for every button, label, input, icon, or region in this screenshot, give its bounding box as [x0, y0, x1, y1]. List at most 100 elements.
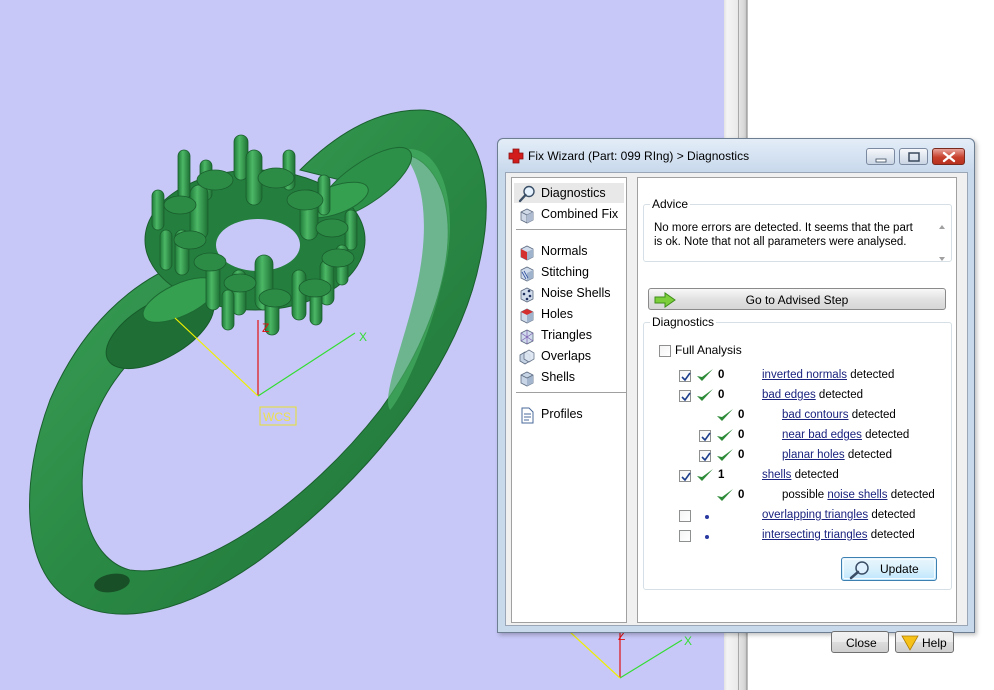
diagnostic-row-text: planar holes detected [782, 449, 892, 461]
full-analysis-checkbox[interactable] [659, 345, 671, 357]
diagnostic-row-text: shells detected [762, 469, 839, 481]
advice-group: Advice No more errors are detected. It s… [643, 197, 952, 262]
wizard-navigation: Diagnostics Combined Fix Normals Stitching N… [511, 177, 627, 623]
nav-item-holes[interactable]: Holes [514, 304, 624, 324]
nav-separator [516, 229, 626, 230]
nav-item-label: Shells [541, 370, 576, 384]
detected-word: detected [818, 389, 864, 401]
detected-word: detected [871, 509, 916, 521]
help-label: Help [922, 636, 947, 650]
green-check-icon [717, 489, 733, 501]
go-to-advised-step-button[interactable]: Go to Advised Step [648, 288, 946, 310]
diagnostic-count: 0 [738, 429, 745, 441]
help-button[interactable]: Help [895, 631, 954, 653]
diagnostic-row-text: possible noise shells detected [782, 489, 935, 501]
diagnostic-checkbox[interactable] [679, 370, 691, 382]
red-cross-icon [508, 148, 524, 164]
window-title: Fix Wizard (Part: 099 RIng) > Diagnostic… [528, 149, 750, 163]
detected-word: detected [865, 429, 910, 441]
nav-item-label: Combined Fix [541, 207, 619, 221]
bullet-icon [705, 515, 709, 519]
diagnostic-link-bad-contours[interactable]: bad contours [782, 409, 849, 421]
green-check-icon [717, 409, 733, 421]
window-close-button[interactable] [932, 148, 965, 165]
nav-item-triangles[interactable]: Triangles [514, 325, 624, 345]
diagnostic-checkbox[interactable] [679, 470, 691, 482]
diagnostic-checkbox[interactable] [699, 450, 711, 462]
wcs-label: WCS [263, 410, 291, 424]
minimize-button[interactable] [866, 148, 895, 165]
dialog-client-area: Diagnostics Combined Fix Normals Stitching N… [505, 172, 968, 653]
update-label: Update [880, 562, 919, 576]
nav-item-label: Profiles [541, 407, 583, 421]
nav-item-combined-fix[interactable]: Combined Fix [514, 204, 624, 224]
green-check-icon [717, 429, 733, 441]
scroll-up-icon [939, 225, 945, 229]
close-icon [942, 151, 956, 163]
diagnostic-count: 1 [718, 469, 725, 481]
diagnostic-link-planar-holes[interactable]: planar holes [782, 449, 845, 461]
nav-item-noise-shells[interactable]: Noise Shells [514, 283, 624, 303]
detected-word: detected [890, 489, 935, 501]
diagnostic-link-overlapping-triangles[interactable]: overlapping triangles [762, 509, 868, 521]
overlaps-icon [519, 349, 535, 365]
diagnostic-checkbox[interactable] [679, 510, 691, 522]
diagnostic-link-near-bad-edges[interactable]: near bad edges [782, 429, 862, 441]
full-analysis-label: Full Analysis [675, 343, 742, 357]
maximize-icon [908, 152, 920, 162]
diagnostic-count: 0 [738, 489, 745, 501]
detected-word: detected [850, 369, 895, 381]
fix-wizard-dialog: Fix Wizard (Part: 099 RIng) > Diagnostic… [497, 138, 975, 653]
nav-item-label: Normals [541, 244, 588, 258]
nav-item-label: Noise Shells [541, 286, 611, 300]
green-check-icon [697, 389, 713, 401]
magnifier-icon [518, 185, 535, 203]
nav-item-diagnostics[interactable]: Diagnostics [514, 183, 624, 203]
scroll-down-icon [939, 257, 945, 261]
diagnostic-checkbox[interactable] [679, 530, 691, 542]
close-label: Close [846, 636, 877, 650]
minimize-icon [875, 158, 887, 163]
nav-item-profiles[interactable]: Profiles [514, 404, 624, 424]
nav-item-shells[interactable]: Shells [514, 367, 624, 387]
diagnostic-link-noise-shells[interactable]: noise shells [827, 489, 887, 501]
diagnostic-link-intersecting-triangles[interactable]: intersecting triangles [762, 529, 867, 541]
nav-separator [516, 392, 626, 393]
normals-cube-icon [520, 245, 534, 261]
noise-shells-icon [520, 287, 534, 303]
advice-scrollbar[interactable] [935, 219, 949, 267]
shells-icon [520, 371, 534, 387]
triangles-cube-icon [520, 329, 534, 345]
detected-word: detected [851, 409, 896, 421]
diagnostic-row-text: near bad edges detected [782, 429, 909, 441]
nav-item-overlaps[interactable]: Overlaps [514, 346, 624, 366]
nav-item-label: Triangles [541, 328, 592, 342]
nav-item-label: Overlaps [541, 349, 592, 363]
nav-item-stitching[interactable]: Stitching [514, 262, 624, 282]
diagnostic-row-text: intersecting triangles detected [762, 529, 915, 541]
maximize-button[interactable] [899, 148, 928, 165]
diagnostic-prefix: possible [782, 489, 828, 501]
diagnostic-count: 0 [738, 409, 745, 421]
detected-word: detected [870, 529, 915, 541]
advice-text: No more errors are detected. It seems th… [654, 222, 913, 248]
diagnostic-checkbox[interactable] [679, 390, 691, 402]
diagnostic-link-inverted-normals[interactable]: inverted normals [762, 369, 847, 381]
diagnostic-count: 0 [738, 449, 745, 461]
diagnostic-checkbox[interactable] [699, 430, 711, 442]
update-button[interactable]: Update [841, 557, 937, 581]
diagnostic-row-text: bad contours detected [782, 409, 896, 421]
diagnostic-link-shells[interactable]: shells [762, 469, 791, 481]
detected-word: detected [794, 469, 839, 481]
diagnostic-count: 0 [718, 389, 725, 401]
title-bar[interactable]: Fix Wizard (Part: 099 RIng) > Diagnostic… [498, 139, 974, 171]
go-to-advised-step-label: Go to Advised Step [745, 293, 849, 307]
diagnostic-link-bad-edges[interactable]: bad edges [762, 389, 816, 401]
advice-title: Advice [650, 197, 691, 211]
stitching-cube-icon [520, 266, 534, 282]
close-button[interactable]: Close [831, 631, 889, 653]
nav-item-label: Diagnostics [541, 186, 606, 200]
diagnostic-row-text: inverted normals detected [762, 369, 894, 381]
nav-item-normals[interactable]: Normals [514, 241, 624, 261]
axis-x-label: X [359, 330, 367, 344]
